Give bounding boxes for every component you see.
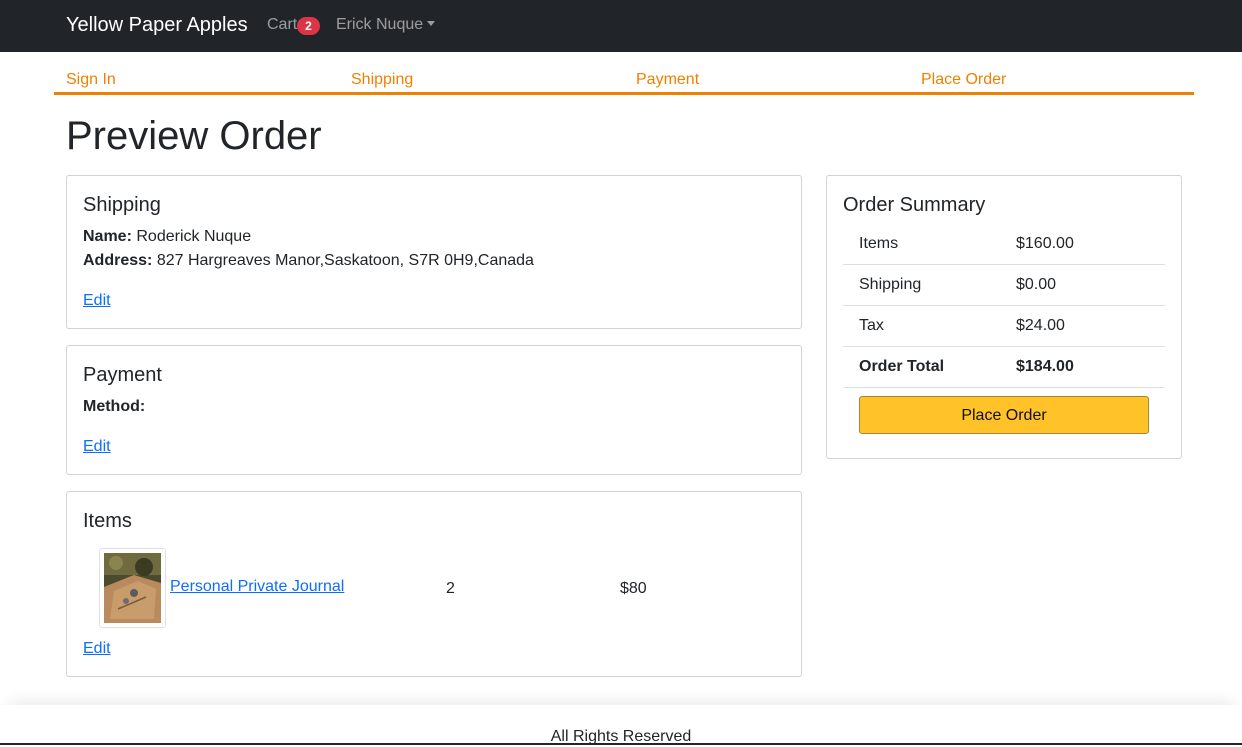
step-payment: Payment: [636, 71, 700, 88]
user-menu-dropdown[interactable]: Erick Nuque: [336, 15, 436, 35]
item-price: $80: [620, 580, 647, 597]
journal-product-image[interactable]: [99, 548, 166, 628]
step-place-order: Place Order: [921, 71, 1007, 88]
payment-method-line: Method:: [83, 395, 145, 419]
shipping-address-value: 827 Hargreaves Manor,Saskatoon, S7R 0H9,…: [156, 252, 534, 269]
edit-payment-link[interactable]: Edit: [83, 437, 111, 457]
shipping-card-title: Shipping: [83, 194, 161, 216]
edit-items-link[interactable]: Edit: [83, 639, 111, 659]
caret-down-icon: [427, 21, 436, 26]
shipping-address-label: Address:: [83, 252, 153, 269]
summary-tax-label: Tax: [859, 317, 884, 334]
shipping-name-line: Name: Roderick Nuque: [83, 225, 251, 249]
summary-items-value: $160.00: [1016, 235, 1074, 252]
cart-link[interactable]: Cart: [267, 15, 297, 35]
cart-count-badge[interactable]: 2: [297, 17, 320, 35]
items-card-title: Items: [83, 510, 132, 532]
payment-card-title: Payment: [83, 364, 162, 386]
summary-shipping-value: $0.00: [1016, 276, 1057, 293]
user-name-label: Erick Nuque: [336, 16, 424, 33]
summary-total-value: $184.00: [1016, 358, 1074, 375]
order-summary-card: Order Summary Items $160.00 Shipping $0.…: [826, 175, 1182, 459]
edit-shipping-link[interactable]: Edit: [83, 291, 111, 311]
summary-tax-value: $24.00: [1016, 317, 1065, 334]
order-summary-title: Order Summary: [843, 194, 986, 216]
shipping-name-label: Name:: [83, 228, 132, 245]
summary-row-tax: Tax $24.00: [843, 306, 1165, 347]
step-shipping: Shipping: [351, 71, 414, 88]
summary-total-label: Order Total: [859, 358, 945, 375]
summary-row-items: Items $160.00: [843, 224, 1165, 265]
payment-card: Payment Method: Edit: [66, 345, 802, 475]
journal-image-graphic: [104, 553, 161, 623]
summary-row-shipping: Shipping $0.00: [843, 265, 1165, 306]
checkout-steps: Sign In Shipping Payment Place Order: [54, 70, 1194, 95]
summary-row-total: Order Total $184.00: [843, 347, 1165, 388]
step-sign-in: Sign In: [66, 71, 116, 88]
shipping-name-value: Roderick Nuque: [136, 228, 252, 245]
items-card: Items Personal Private Journal 2 $80 Edi…: [66, 491, 802, 677]
summary-shipping-label: Shipping: [859, 276, 922, 293]
brand-link[interactable]: Yellow Paper Apples: [66, 13, 248, 37]
shipping-card: Shipping Name: Roderick Nuque Address: 8…: [66, 175, 802, 329]
shipping-address-line: Address: 827 Hargreaves Manor,Saskatoon,…: [83, 249, 534, 273]
item-quantity: 2: [446, 580, 455, 597]
place-order-button[interactable]: Place Order: [859, 396, 1149, 434]
item-name-link[interactable]: Personal Private Journal: [170, 577, 344, 597]
page-title: Preview Order: [66, 114, 322, 158]
page-footer: All Rights Reserved: [0, 705, 1242, 745]
top-navbar: Yellow Paper Apples Cart 2 Erick Nuque: [0, 0, 1242, 52]
summary-items-label: Items: [859, 235, 899, 252]
payment-method-label: Method:: [83, 398, 146, 415]
